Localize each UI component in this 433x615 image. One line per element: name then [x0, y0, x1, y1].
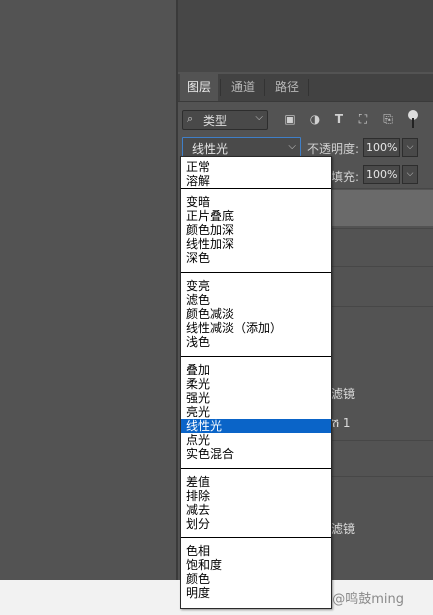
blend-mode-option[interactable]: 滤色 [181, 293, 331, 307]
blend-mode-option[interactable]: 差值 [181, 475, 331, 489]
blend-mode-option[interactable]: 正常 [181, 160, 331, 174]
blend-mode-option[interactable]: 实色混合 [181, 447, 331, 461]
menu-separator [181, 537, 331, 538]
blend-mode-option[interactable]: 柔光 [181, 377, 331, 391]
smart-object-icon[interactable]: ⎘ [380, 110, 396, 128]
layer-row-divider [330, 228, 433, 229]
blend-mode-menu: 正常 溶解变暗 正片叠底 颜色加深 线性加深 深色变亮 滤色 颜色减淡 线性减淡（添加） 浅色叠加… [180, 156, 332, 609]
blend-mode-option[interactable]: 溶解 [181, 174, 331, 188]
blend-mode-option[interactable]: 减去 [181, 503, 331, 517]
blend-mode-option[interactable]: 线性减淡（添加） [181, 321, 331, 335]
blend-mode-option[interactable]: 线性光 [181, 419, 331, 433]
layer-label-filter[interactable]: 滤镜 [331, 520, 355, 537]
opacity-label: 不透明度: [307, 142, 360, 156]
fill-label: 填充: [331, 170, 360, 184]
menu-separator [181, 356, 331, 357]
layer-row-divider [330, 440, 433, 441]
opacity-field[interactable]: 100% [363, 138, 400, 157]
layer-row-divider [330, 476, 433, 477]
blend-mode-option[interactable]: 划分 [181, 517, 331, 531]
blend-mode-value: 线性光 [192, 142, 229, 156]
search-icon: ⌕ [187, 112, 194, 125]
blend-mode-option[interactable]: 叠加 [181, 363, 331, 377]
opacity-dropdown[interactable]: ⌵ [402, 138, 418, 157]
blend-mode-option[interactable]: 明度 [181, 586, 331, 600]
chevron-down-icon: ⌵ [406, 142, 414, 152]
blend-mode-option[interactable]: 饱和度 [181, 558, 331, 572]
filter-type-label: 类型 [203, 114, 228, 128]
upper-panel [178, 0, 433, 72]
layer-filter-select[interactable]: ⌕ 类型 ⌵ [182, 110, 268, 130]
tab-separator [264, 79, 265, 96]
menu-separator [181, 468, 331, 469]
selected-layer-row[interactable] [330, 190, 433, 226]
tab-separator [220, 79, 221, 96]
menu-separator [181, 272, 331, 273]
blend-mode-option[interactable]: 深色 [181, 251, 331, 265]
blend-mode-option[interactable]: 颜色 [181, 572, 331, 586]
blend-mode-option[interactable]: 强光 [181, 391, 331, 405]
toggle-bar [412, 118, 414, 128]
layer-label-filter[interactable]: 滤镜 [331, 385, 355, 402]
layer-row-divider [330, 188, 433, 189]
blend-mode-option[interactable]: 颜色减淡 [181, 307, 331, 321]
transform-icon[interactable]: ⛶ [355, 110, 371, 128]
menu-separator [181, 188, 331, 189]
blend-mode-option[interactable]: 排除 [181, 489, 331, 503]
blend-mode-select[interactable]: 线性光 ⌵ [182, 137, 301, 158]
chevron-down-icon: ⌵ [406, 169, 414, 179]
blend-mode-option[interactable]: 点光 [181, 433, 331, 447]
blend-mode-option[interactable]: 变亮 [181, 279, 331, 293]
blend-mode-option[interactable]: 色相 [181, 544, 331, 558]
image-icon[interactable]: ▣ [282, 110, 298, 128]
blend-mode-option[interactable]: 线性加深 [181, 237, 331, 251]
blend-mode-option[interactable]: 亮光 [181, 405, 331, 419]
tab-paths[interactable]: 路径 [268, 74, 306, 101]
adjustment-icon[interactable]: ◑ [307, 110, 323, 128]
filter-toggle[interactable] [408, 110, 418, 128]
layer-row-divider [330, 266, 433, 267]
chevron-down-icon: ⌵ [288, 141, 296, 152]
fill-field[interactable]: 100% [363, 165, 400, 184]
panel-tabbar: 图层 通道 路径 [178, 74, 433, 102]
chevron-down-icon: ⌵ [255, 112, 263, 123]
layer-label[interactable]: ሽ 1 [331, 416, 351, 431]
text-icon[interactable]: T [331, 110, 347, 128]
blend-mode-option[interactable]: 颜色加深 [181, 223, 331, 237]
blend-mode-option[interactable]: 正片叠底 [181, 209, 331, 223]
tab-separator [308, 79, 309, 96]
layer-row-divider [330, 306, 433, 307]
tab-channels[interactable]: 通道 [224, 74, 262, 101]
tab-layers[interactable]: 图层 [180, 74, 219, 101]
blend-mode-option[interactable]: 变暗 [181, 195, 331, 209]
blend-mode-option[interactable]: 浅色 [181, 335, 331, 349]
canvas-area [0, 0, 176, 580]
fill-dropdown[interactable]: ⌵ [402, 165, 418, 184]
